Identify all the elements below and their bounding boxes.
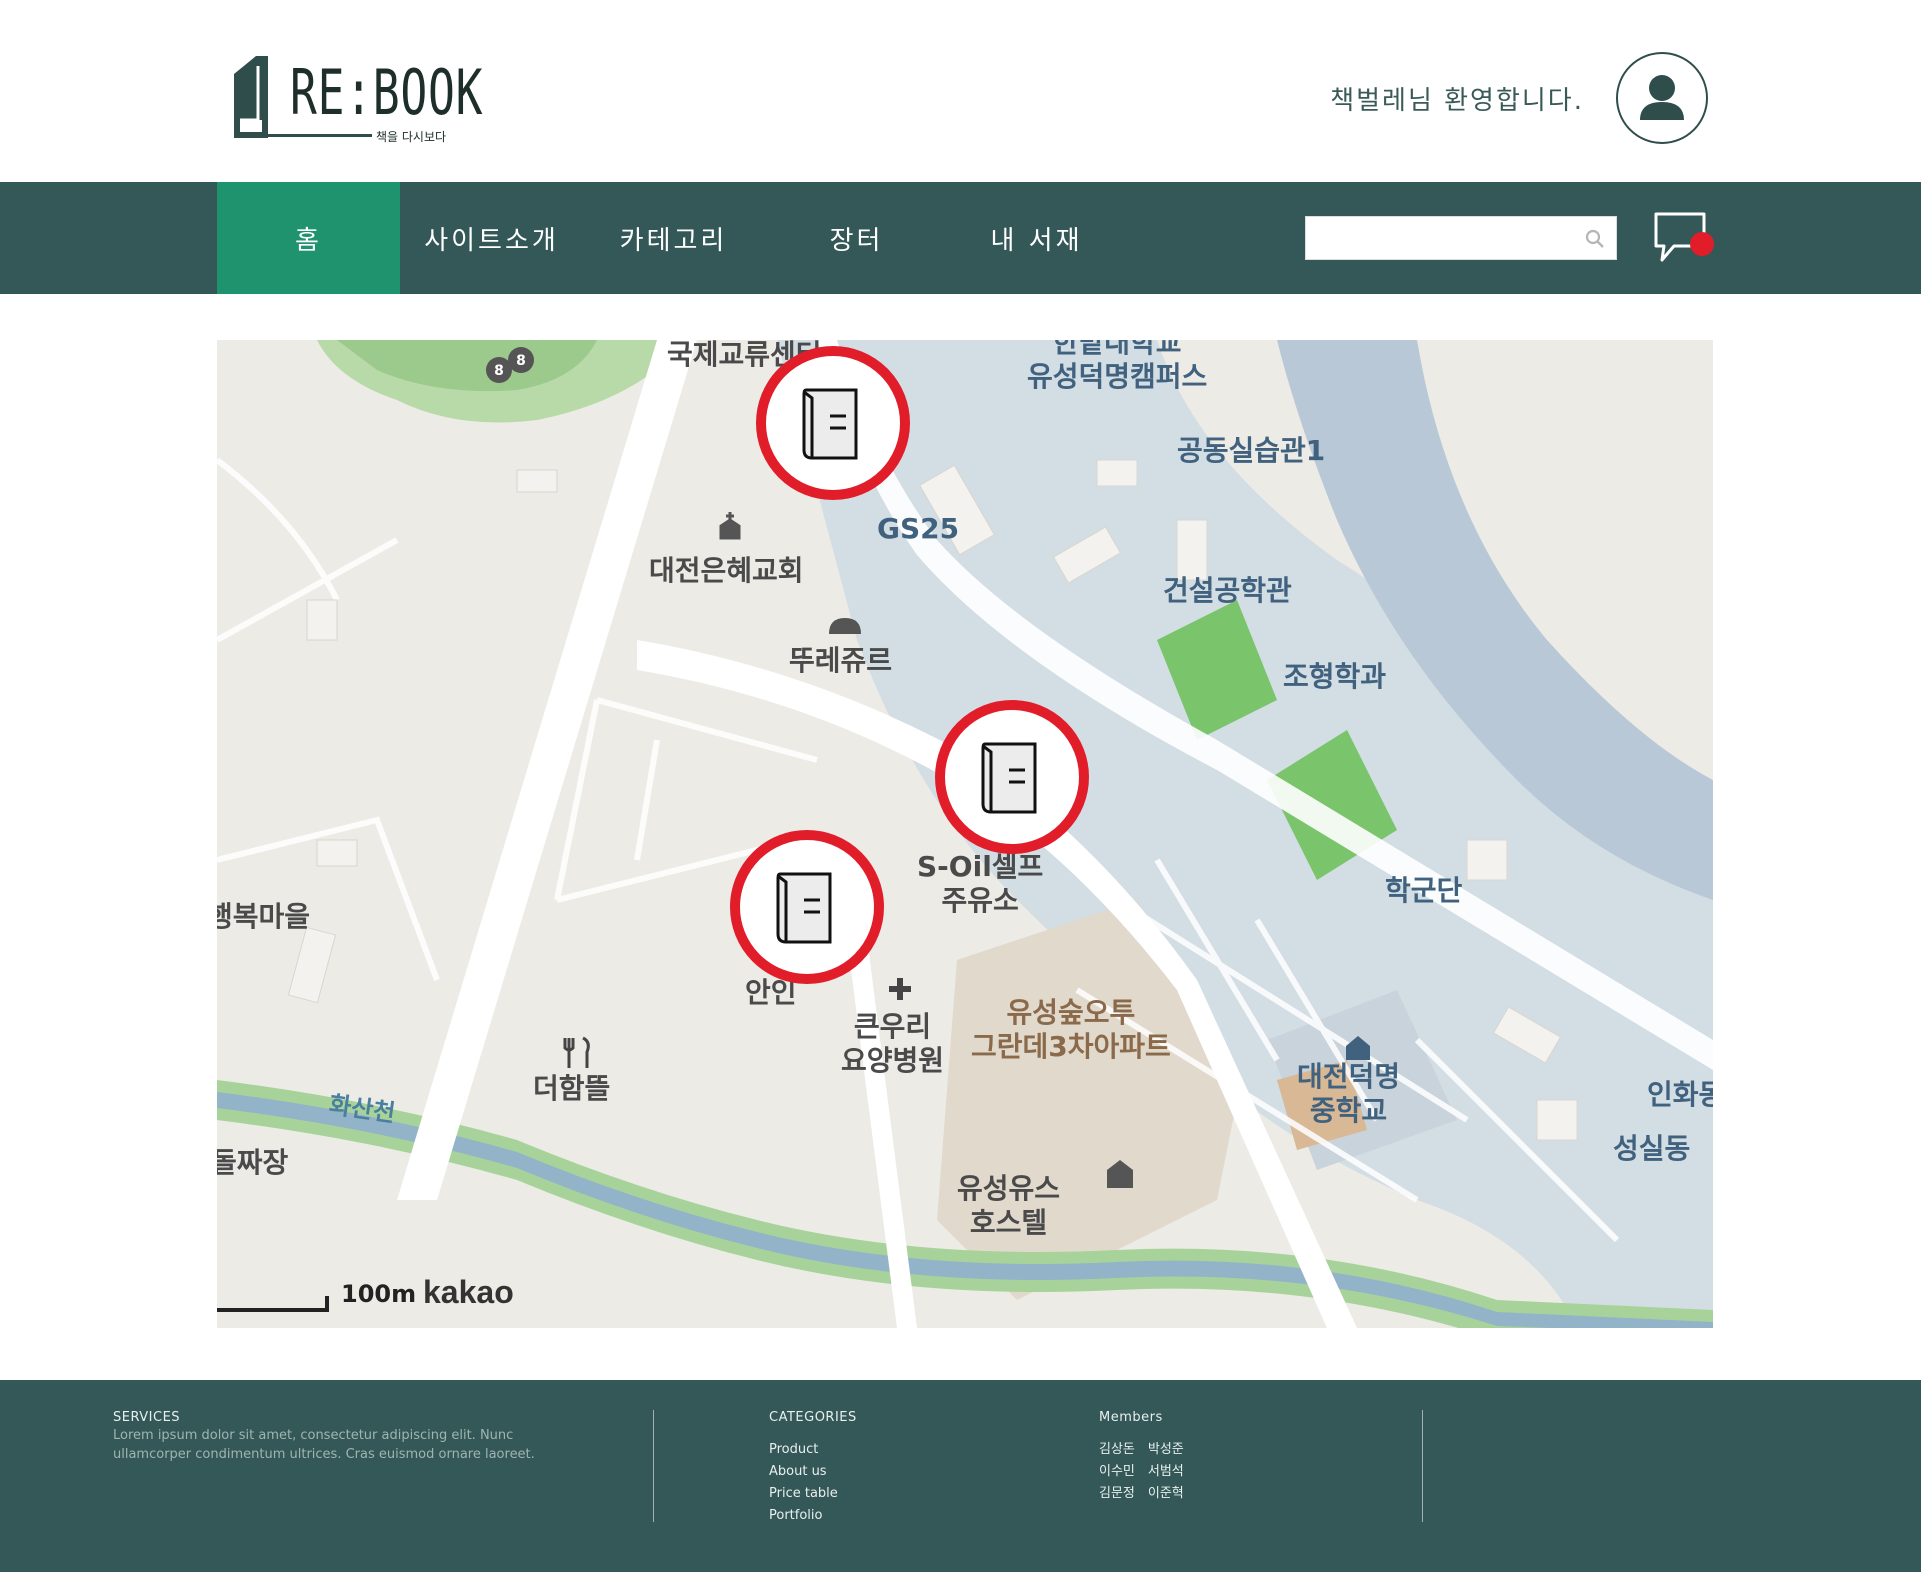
- school-icon: [1346, 1036, 1370, 1060]
- restaurant-icon: [563, 1036, 590, 1068]
- avatar[interactable]: [1616, 52, 1708, 144]
- footer-member-row: 김상돈 박성준: [1099, 1442, 1184, 1457]
- map-label-campus: 한밭대학교 유성덕명캠퍼스: [1027, 340, 1208, 393]
- footer-services-text: Lorem ipsum dolor sit amet, consectetur …: [113, 1428, 535, 1462]
- book-marker[interactable]: [756, 346, 910, 500]
- nav-item-about[interactable]: 사이트소개: [400, 182, 583, 294]
- header: RE:BOOK 책을 다시보다 책벌레님 환영합니다.: [0, 0, 1921, 182]
- map-scale-bar: [217, 1296, 329, 1312]
- map-label-school: 대전덕명 중학교: [1297, 1060, 1401, 1127]
- map-label-construction: 건설공학관: [1163, 574, 1292, 607]
- page: RE:BOOK 책을 다시보다 책벌레님 환영합니다. 홈 사이트소개 카테고리…: [0, 0, 1921, 1572]
- footer-members-title: Members: [1099, 1410, 1163, 1425]
- map-label-haengbok: 행복마을: [217, 900, 311, 933]
- footer-link-about[interactable]: About us: [769, 1464, 827, 1479]
- map-label-inhwa: 인화동: [1647, 1078, 1713, 1111]
- map-label-practice: 공동실습관1: [1177, 434, 1326, 467]
- main-nav: 홈 사이트소개 카테고리 장터 내 서재: [0, 182, 1921, 294]
- bakery-icon: [829, 618, 861, 634]
- nav-item-market[interactable]: 장터: [765, 182, 948, 294]
- svg-text:8: 8: [494, 363, 504, 379]
- logo-text: RE:BOOK: [290, 56, 484, 129]
- map-label-apartment: 유성숲오투 그란데3차아파트: [971, 996, 1171, 1063]
- logo-underline: [264, 134, 372, 137]
- footer-divider: [1422, 1410, 1423, 1522]
- map-view[interactable]: 국제교류센터 한밭대학교 유성덕명캠퍼스 공동실습관1 GS25 대전은혜교회 …: [217, 340, 1713, 1328]
- map-attribution[interactable]: kakao: [423, 1274, 514, 1311]
- logo[interactable]: RE:BOOK 책을 다시보다: [228, 52, 482, 152]
- footer-link-portfolio[interactable]: Portfolio: [769, 1508, 822, 1523]
- map-label-seongsil: 성실동: [1613, 1132, 1691, 1165]
- footer-link-price[interactable]: Price table: [769, 1486, 838, 1501]
- search-input[interactable]: [1306, 217, 1576, 259]
- search-box: [1305, 216, 1617, 260]
- svg-text:8: 8: [516, 353, 526, 369]
- logo-tagline: 책을 다시보다: [376, 130, 447, 144]
- hospital-icon: [889, 978, 911, 1000]
- map-label-doljjak: 돌짜장: [217, 1146, 289, 1179]
- map-label-station: S-Oil셀프 주유소: [917, 850, 1044, 917]
- map-label-hostel: 유성유스 호스텔: [957, 1172, 1061, 1239]
- footer-categories-title: CATEGORIES: [769, 1410, 857, 1425]
- book-marker[interactable]: [730, 830, 884, 984]
- footer-services-title: SERVICES: [113, 1410, 181, 1425]
- hostel-icon: [1107, 1160, 1133, 1188]
- nav-item-home[interactable]: 홈: [217, 182, 400, 294]
- notification-dot: [1690, 232, 1714, 256]
- footer: SERVICES Lorem ipsum dolor sit amet, con…: [0, 1380, 1921, 1572]
- map-label-gs25: GS25: [877, 512, 960, 545]
- church-icon: [719, 512, 741, 540]
- map-label-hospital: 큰우리 요양병원: [841, 1010, 945, 1077]
- route-badge-icon: 8 8: [486, 347, 534, 383]
- footer-link-product[interactable]: Product: [769, 1442, 818, 1457]
- footer-divider: [653, 1410, 654, 1522]
- search-icon[interactable]: [1584, 228, 1606, 250]
- footer-member-row: 김문정 이준혁: [1099, 1486, 1184, 1501]
- map-label-landscape: 조형학과: [1283, 660, 1387, 693]
- map-scale-text: 100m: [341, 1280, 417, 1308]
- welcome-message: 책벌레님 환영합니다.: [1330, 86, 1584, 116]
- book-logo-icon: [234, 56, 268, 138]
- user-icon: [1640, 75, 1684, 120]
- nav-item-category[interactable]: 카테고리: [582, 182, 765, 294]
- map-label-bakery: 뚜레쥬르: [789, 644, 893, 677]
- map-label-church: 대전은혜교회: [649, 554, 804, 587]
- map-label-military: 학군단: [1385, 874, 1463, 907]
- book-marker[interactable]: [935, 700, 1089, 854]
- map-label-restaurant: 더함뜰: [533, 1072, 611, 1105]
- nav-item-library[interactable]: 내 서재: [945, 182, 1128, 294]
- footer-member-row: 이수민 서범석: [1099, 1464, 1184, 1479]
